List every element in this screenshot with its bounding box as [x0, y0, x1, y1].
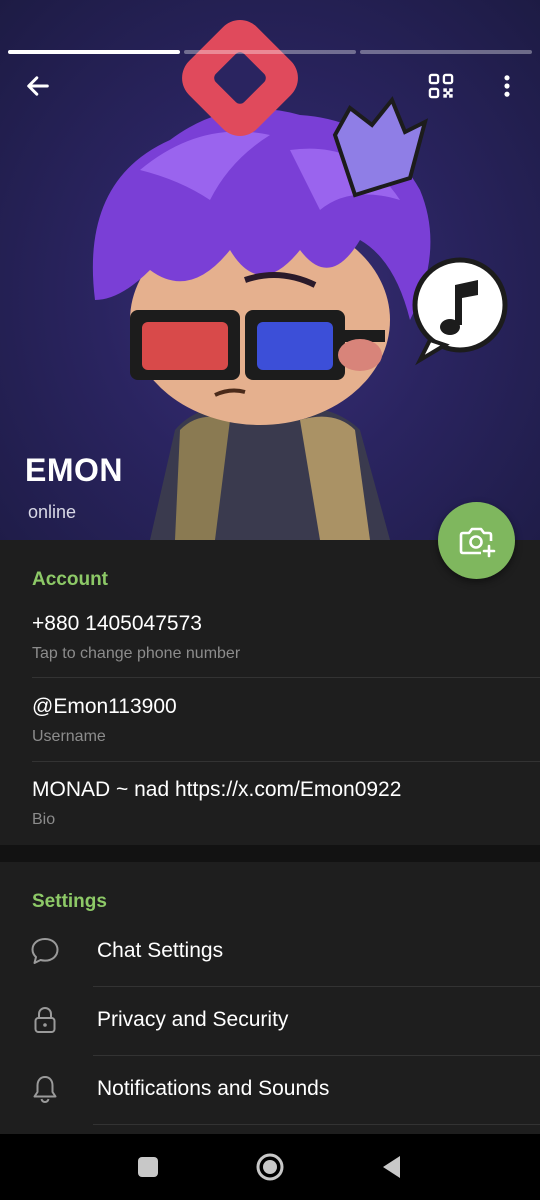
settings-section: Settings Chat Settings Privacy and Secur… [0, 862, 540, 1134]
profile-header: EMON online [0, 0, 540, 540]
settings-item-label: Privacy and Security [97, 1008, 289, 1031]
system-nav-bar [0, 1134, 540, 1200]
profile-name: EMON [25, 452, 123, 488]
home-button[interactable] [240, 1134, 300, 1200]
story-progress-2 [184, 50, 356, 54]
bio-hint: Bio [32, 811, 56, 828]
settings-item-label: Notifications and Sounds [97, 1077, 330, 1100]
set-photo-button[interactable] [438, 502, 515, 579]
divider [32, 761, 540, 762]
qr-code-icon [428, 73, 454, 99]
square-icon [138, 1157, 158, 1177]
add-photo-icon [459, 527, 495, 557]
phone-hint: Tap to change phone number [32, 645, 241, 662]
lock-icon [28, 1003, 62, 1037]
chat-bubble-icon [28, 934, 62, 968]
bio: MONAD ~ nad https://x.com/Emon0922 [32, 778, 402, 801]
back-button[interactable] [14, 62, 62, 110]
section-gap [0, 845, 540, 862]
more-vertical-icon [504, 75, 510, 97]
settings-title: Settings [32, 891, 107, 912]
phone-number: +880 1405047573 [32, 612, 202, 635]
more-button[interactable] [483, 62, 531, 110]
circle-icon [256, 1153, 284, 1181]
settings-item-label: Chat Settings [97, 939, 224, 962]
story-progress-1 [8, 50, 180, 54]
settings-item-notifications[interactable]: Notifications and Sounds [0, 1055, 540, 1123]
arrow-left-icon [27, 76, 49, 96]
bell-icon [28, 1072, 62, 1106]
story-progress-3 [360, 50, 532, 54]
settings-item-chat[interactable]: Chat Settings [0, 917, 540, 985]
account-title: Account [32, 569, 108, 590]
username-hint: Username [32, 728, 106, 745]
account-section: Account +880 1405047573 Tap to change ph… [0, 540, 540, 845]
triangle-back-icon [383, 1156, 400, 1178]
divider [32, 677, 540, 678]
settings-item-privacy[interactable]: Privacy and Security [0, 986, 540, 1054]
nav-back-button[interactable] [362, 1134, 422, 1200]
recents-button[interactable] [118, 1134, 178, 1200]
divider [93, 1124, 540, 1125]
qr-code-button[interactable] [417, 62, 465, 110]
username: @Emon113900 [32, 695, 177, 718]
profile-status: online [28, 502, 77, 522]
